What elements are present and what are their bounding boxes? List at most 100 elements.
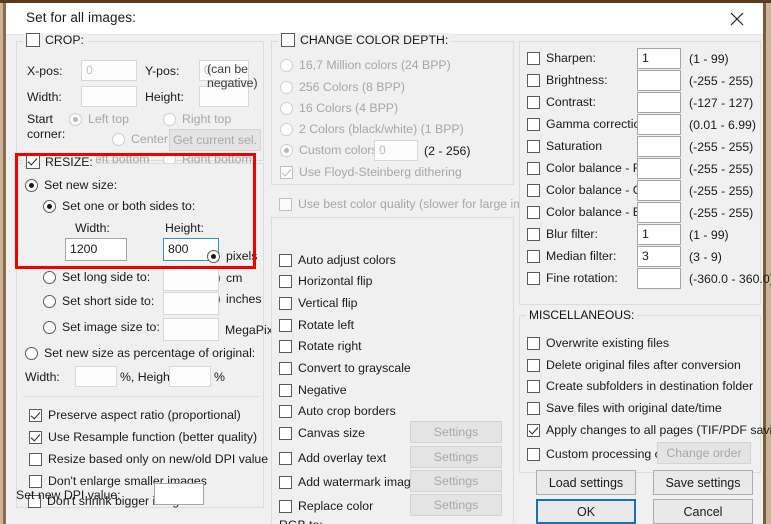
blur-filter-checkbox[interactable] <box>527 227 540 241</box>
dithering-checkbox[interactable] <box>280 165 293 179</box>
misc-delete-original-row[interactable]: Delete original files after conversion <box>527 358 741 372</box>
crop-xpos-input[interactable]: 0 <box>81 60 137 81</box>
dpi-input[interactable] <box>154 483 204 505</box>
percent-width-input[interactable] <box>75 366 117 387</box>
depth-8bpp-radio[interactable] <box>280 80 293 94</box>
cancel-button[interactable]: Cancel <box>653 499 753 524</box>
adjust-gamma-row[interactable]: Gamma correction: <box>527 117 651 131</box>
auto-adjust-colors-checkbox[interactable] <box>279 253 292 267</box>
rotate-right-checkbox[interactable] <box>279 339 292 353</box>
brightness-input[interactable] <box>637 70 681 91</box>
transform-canvas-size[interactable]: Canvas size <box>279 426 365 440</box>
transform-rotate-left[interactable]: Rotate left <box>279 318 354 332</box>
transform-add-overlay-text[interactable]: Add overlay text <box>279 451 386 465</box>
set-image-size-input[interactable] <box>163 318 219 341</box>
set-one-or-both-radio[interactable] <box>43 199 56 213</box>
fine-rotation-input[interactable] <box>637 268 681 289</box>
custom-colors-input[interactable]: 0 <box>374 140 418 161</box>
set-image-size-row[interactable]: Set image size to: <box>43 320 160 334</box>
depth-1bpp-row[interactable]: 2 Colors (black/white) (1 BPP) <box>280 122 464 136</box>
vertical-flip-checkbox[interactable] <box>279 296 292 310</box>
transform-horizontal-flip[interactable]: Horizontal flip <box>279 274 373 288</box>
gamma-correction-input[interactable] <box>637 114 681 135</box>
apply-all-pages-checkbox[interactable] <box>527 423 540 437</box>
saturation-input[interactable] <box>637 136 681 157</box>
adjust-sharpen-row[interactable]: Sharpen: <box>527 51 596 65</box>
adjust-brightness-row[interactable]: Brightness: <box>527 73 608 87</box>
transform-auto-crop-borders[interactable]: Auto crop borders <box>279 404 396 418</box>
misc-apply-all-pages-row[interactable]: Apply changes to all pages (TIF/PDF savi… <box>527 423 771 437</box>
transform-auto-adjust-colors[interactable]: Auto adjust colors <box>279 253 396 267</box>
resize-dpi-only-row[interactable]: Resize based only on new/old DPI value <box>29 452 268 466</box>
adjust-cb-r-row[interactable]: Color balance - R: <box>527 161 645 175</box>
depth-1bpp-radio[interactable] <box>280 122 293 136</box>
best-quality-row[interactable]: Use best color quality (slower for large… <box>279 197 554 211</box>
preserve-aspect-ratio-row[interactable]: Preserve aspect ratio (proportional) <box>29 408 241 422</box>
transform-add-watermark[interactable]: Add watermark image <box>279 475 418 489</box>
save-settings-button[interactable]: Save settings <box>653 470 753 495</box>
fine-rotation-checkbox[interactable] <box>527 271 540 285</box>
watermark-settings-button[interactable]: Settings <box>410 470 502 492</box>
adjust-blur-row[interactable]: Blur filter: <box>527 227 598 241</box>
load-settings-button[interactable]: Load settings <box>536 470 636 495</box>
color-balance-r-checkbox[interactable] <box>527 161 540 175</box>
sharpen-checkbox[interactable] <box>527 51 540 65</box>
sharpen-input[interactable]: 1 <box>637 48 681 69</box>
contrast-input[interactable] <box>637 92 681 113</box>
resize-dpi-only-checkbox[interactable] <box>29 452 42 466</box>
unit-pixels-radio[interactable] <box>207 249 220 263</box>
percent-height-input[interactable] <box>169 366 211 387</box>
depth-24bpp-radio[interactable] <box>280 58 293 72</box>
set-long-side-row[interactable]: Set long side to: <box>43 270 150 284</box>
set-short-side-input[interactable] <box>163 292 219 315</box>
horizontal-flip-checkbox[interactable] <box>279 274 292 288</box>
color-balance-g-checkbox[interactable] <box>527 183 540 197</box>
crop-checkbox[interactable] <box>26 33 40 47</box>
transform-convert-grayscale[interactable]: Convert to grayscale <box>279 361 411 375</box>
add-watermark-checkbox[interactable] <box>279 475 292 489</box>
corner-right-top[interactable]: Right top <box>163 112 231 126</box>
set-short-side-row[interactable]: Set short side to: <box>43 294 154 308</box>
replace-color-settings-button[interactable]: Settings <box>410 494 502 516</box>
percentage-row[interactable]: Set new size as percentage of original: <box>25 346 255 360</box>
set-long-side-radio[interactable] <box>43 270 56 284</box>
negative-checkbox[interactable] <box>279 383 292 397</box>
create-subfolders-checkbox[interactable] <box>527 379 540 393</box>
adjust-saturation-row[interactable]: Saturation <box>527 139 602 153</box>
transform-rotate-right[interactable]: Rotate right <box>279 339 362 353</box>
saturation-checkbox[interactable] <box>527 139 540 153</box>
corner-left-top[interactable]: Left top <box>69 112 129 126</box>
color-depth-checkbox[interactable] <box>281 33 295 47</box>
overwrite-existing-checkbox[interactable] <box>527 336 540 350</box>
adjust-fine-rotation-row[interactable]: Fine rotation: <box>527 271 618 285</box>
percentage-radio[interactable] <box>25 346 38 360</box>
corner-center-radio[interactable] <box>112 132 125 146</box>
canvas-size-checkbox[interactable] <box>279 426 292 440</box>
corner-left-top-radio[interactable] <box>69 112 82 126</box>
overlay-text-settings-button[interactable]: Settings <box>410 446 502 468</box>
transform-vertical-flip[interactable]: Vertical flip <box>279 296 357 310</box>
set-image-size-radio[interactable] <box>43 320 56 334</box>
best-quality-checkbox[interactable] <box>279 197 292 211</box>
transform-negative[interactable]: Negative <box>279 383 347 397</box>
replace-color-checkbox[interactable] <box>279 499 292 513</box>
blur-filter-input[interactable]: 1 <box>637 224 681 245</box>
corner-right-top-radio[interactable] <box>163 112 176 126</box>
brightness-checkbox[interactable] <box>527 73 540 87</box>
rotate-left-checkbox[interactable] <box>279 318 292 332</box>
resize-width-input[interactable]: 1200 <box>65 238 127 261</box>
auto-crop-borders-checkbox[interactable] <box>279 404 292 418</box>
convert-grayscale-checkbox[interactable] <box>279 361 292 375</box>
set-long-side-input[interactable] <box>163 268 219 291</box>
close-button[interactable] <box>717 3 757 34</box>
unit-pixels-row[interactable]: pixels <box>207 249 257 263</box>
ok-button[interactable]: OK <box>536 499 636 524</box>
misc-save-original-date-row[interactable]: Save files with original date/time <box>527 401 722 415</box>
dithering-row[interactable]: Use Floyd-Steinberg dithering <box>280 165 462 179</box>
set-new-size-radio[interactable] <box>25 178 38 192</box>
color-balance-r-input[interactable] <box>637 158 681 179</box>
custom-processing-order-checkbox[interactable] <box>527 447 540 461</box>
set-short-side-radio[interactable] <box>43 294 56 308</box>
adjust-contrast-row[interactable]: Contrast: <box>527 95 596 109</box>
depth-24bpp-row[interactable]: 16,7 Million colors (24 BPP) <box>280 58 451 72</box>
